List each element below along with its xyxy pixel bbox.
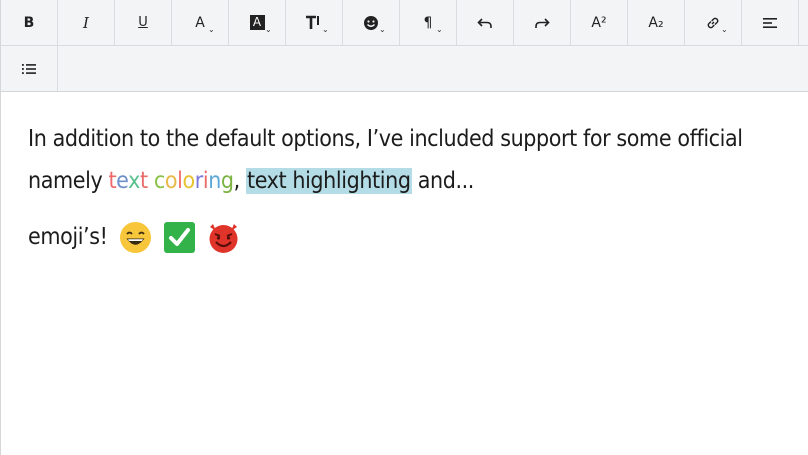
undo-button[interactable] [457, 0, 514, 45]
superscript-icon: A² [591, 14, 607, 31]
redo-button[interactable] [514, 0, 571, 45]
plain-text-suffix: and... [411, 168, 475, 194]
editor-content[interactable]: In addition to the default options, I’ve… [1, 92, 808, 258]
colored-char: e [116, 168, 129, 194]
emoji-button[interactable]: ⌄ [343, 0, 400, 45]
bold-icon: B [23, 14, 35, 31]
highlight-color-button[interactable]: A ⌄ [229, 0, 286, 45]
subscript-icon: A₂ [648, 14, 664, 31]
font-size-icon [306, 15, 319, 29]
chevron-down-icon: ⌄ [265, 25, 272, 34]
colored-char: c [153, 168, 165, 194]
colored-char: x [128, 168, 140, 194]
editor-toolbar: B I U A ⌄ A ⌄ ⌄ ⌄ ¶ ⌄ A² A₂ ⌄ [1, 0, 808, 92]
link-button[interactable]: ⌄ [685, 0, 742, 45]
italic-icon: I [83, 13, 89, 32]
link-icon [707, 17, 719, 28]
colored-char: r [194, 168, 204, 194]
chevron-down-icon: ⌄ [322, 25, 329, 34]
colored-char: g [220, 168, 234, 194]
chevron-down-icon: ⌄ [721, 25, 728, 34]
smiling-devil-icon [207, 221, 240, 254]
grinning-face-icon [119, 221, 152, 254]
text-color-button[interactable]: A ⌄ [172, 0, 229, 45]
align-button[interactable] [742, 0, 799, 45]
italic-button[interactable]: I [58, 0, 115, 45]
emoji-caption: emoji’s! [28, 224, 108, 250]
text-color-icon: A [195, 14, 205, 31]
list-button[interactable] [1, 46, 58, 91]
superscript-button[interactable]: A² [571, 0, 628, 45]
toolbar-row-2 [1, 45, 808, 91]
chevron-down-icon: ⌄ [436, 25, 443, 34]
plain-text: namely [28, 168, 109, 194]
underline-icon: U [138, 15, 148, 30]
toolbar-row-1: B I U A ⌄ A ⌄ ⌄ ⌄ ¶ ⌄ A² A₂ ⌄ [1, 0, 808, 45]
align-left-icon [763, 17, 777, 28]
bulleted-list-icon [22, 63, 36, 74]
colored-char: o [182, 168, 195, 194]
colored-text: text coloring [108, 168, 234, 194]
rich-text-editor: B I U A ⌄ A ⌄ ⌄ ⌄ ¶ ⌄ A² A₂ ⌄ In additio… [0, 0, 808, 455]
chevron-down-icon: ⌄ [208, 25, 215, 34]
paragraph-icon: ¶ [423, 14, 433, 31]
highlight-color-icon: A [249, 15, 265, 30]
paragraph-line-3: emoji’s! [28, 216, 808, 258]
font-size-button[interactable]: ⌄ [286, 0, 343, 45]
colored-char: o [164, 168, 178, 194]
paragraph-line-2: namely text coloring, text highlighting … [28, 160, 808, 202]
check-mark-box-icon [163, 221, 196, 254]
paragraph-button[interactable]: ¶ ⌄ [400, 0, 457, 45]
highlighted-text: text highlighting [246, 168, 412, 194]
smiley-icon [364, 15, 378, 30]
underline-button[interactable]: U [115, 0, 172, 45]
chevron-down-icon: ⌄ [379, 25, 386, 34]
undo-icon [477, 17, 492, 28]
separator-text: , [233, 168, 246, 194]
colored-char: n [208, 168, 221, 194]
colored-char: t [108, 168, 117, 194]
paragraph-line-1: In addition to the default options, I’ve… [28, 126, 743, 152]
redo-icon [535, 17, 550, 28]
subscript-button[interactable]: A₂ [628, 0, 685, 45]
colored-char: t [139, 168, 148, 194]
bold-button[interactable]: B [1, 0, 58, 45]
